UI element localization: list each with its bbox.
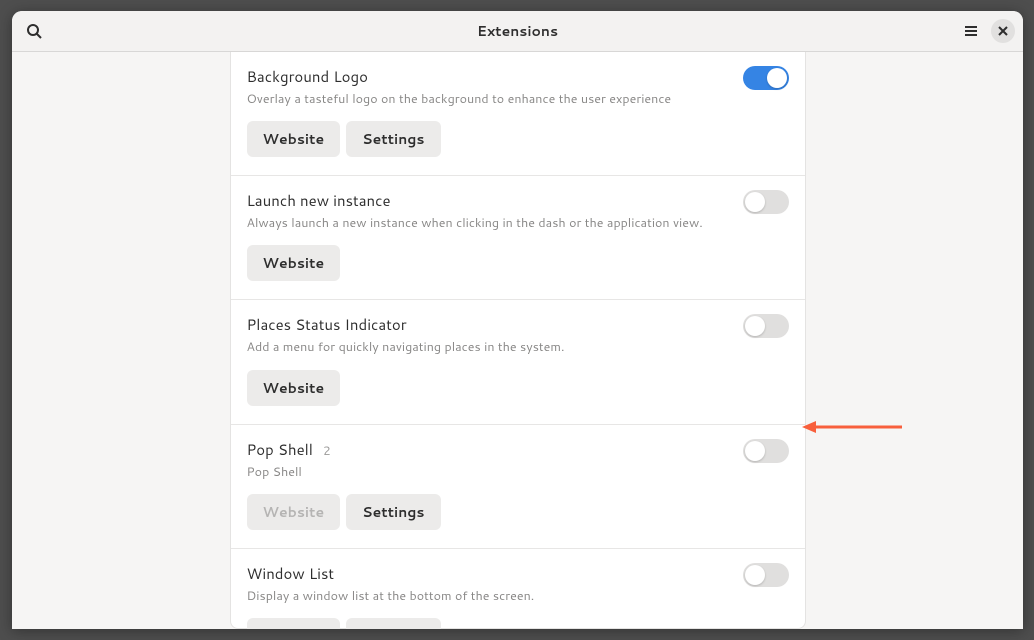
extensions-list: Background Logo Overlay a tasteful logo …	[230, 52, 806, 629]
hamburger-icon	[963, 23, 979, 39]
extension-row: Places Status Indicator Add a menu for q…	[231, 300, 805, 424]
enable-toggle[interactable]	[743, 439, 789, 463]
website-button[interactable]: Website	[247, 370, 341, 406]
extension-name: Background Logo	[247, 66, 369, 87]
close-icon	[997, 25, 1009, 37]
window-title: Extensions	[12, 21, 1023, 41]
search-button[interactable]	[20, 17, 48, 45]
settings-button[interactable]: Settings	[346, 121, 440, 157]
extension-description: Always launch a new instance when clicki…	[247, 215, 789, 231]
extension-badge: 2	[323, 442, 331, 459]
extension-name: Launch new instance	[247, 190, 391, 211]
settings-button[interactable]: Settings	[346, 618, 440, 629]
extension-name: Places Status Indicator	[247, 314, 407, 335]
extensions-window: Extensions Background Logo	[12, 11, 1023, 629]
extension-row: Launch new instance Always launch a new …	[231, 176, 805, 300]
website-button[interactable]: Website	[247, 618, 341, 629]
extension-name: Window List	[247, 563, 335, 584]
extension-row: Background Logo Overlay a tasteful logo …	[231, 52, 805, 176]
enable-toggle[interactable]	[743, 563, 789, 587]
search-icon	[26, 23, 42, 39]
website-button[interactable]: Website	[247, 245, 341, 281]
close-button[interactable]	[991, 19, 1015, 43]
extension-row: Pop Shell 2 Pop Shell Website Settings	[231, 425, 805, 549]
enable-toggle[interactable]	[743, 190, 789, 214]
website-button: Website	[247, 494, 341, 530]
extension-description: Add a menu for quickly navigating places…	[247, 339, 789, 355]
content-area: Background Logo Overlay a tasteful logo …	[12, 52, 1023, 629]
extension-name: Pop Shell	[247, 439, 313, 460]
menu-button[interactable]	[957, 17, 985, 45]
enable-toggle[interactable]	[743, 314, 789, 338]
website-button[interactable]: Website	[247, 121, 341, 157]
header-bar: Extensions	[12, 11, 1023, 52]
extension-row: Window List Display a window list at the…	[231, 549, 805, 629]
enable-toggle[interactable]	[743, 66, 789, 90]
extension-description: Display a window list at the bottom of t…	[247, 588, 789, 604]
settings-button[interactable]: Settings	[346, 494, 440, 530]
extension-description: Overlay a tasteful logo on the backgroun…	[247, 91, 789, 107]
extension-description: Pop Shell	[247, 464, 789, 480]
